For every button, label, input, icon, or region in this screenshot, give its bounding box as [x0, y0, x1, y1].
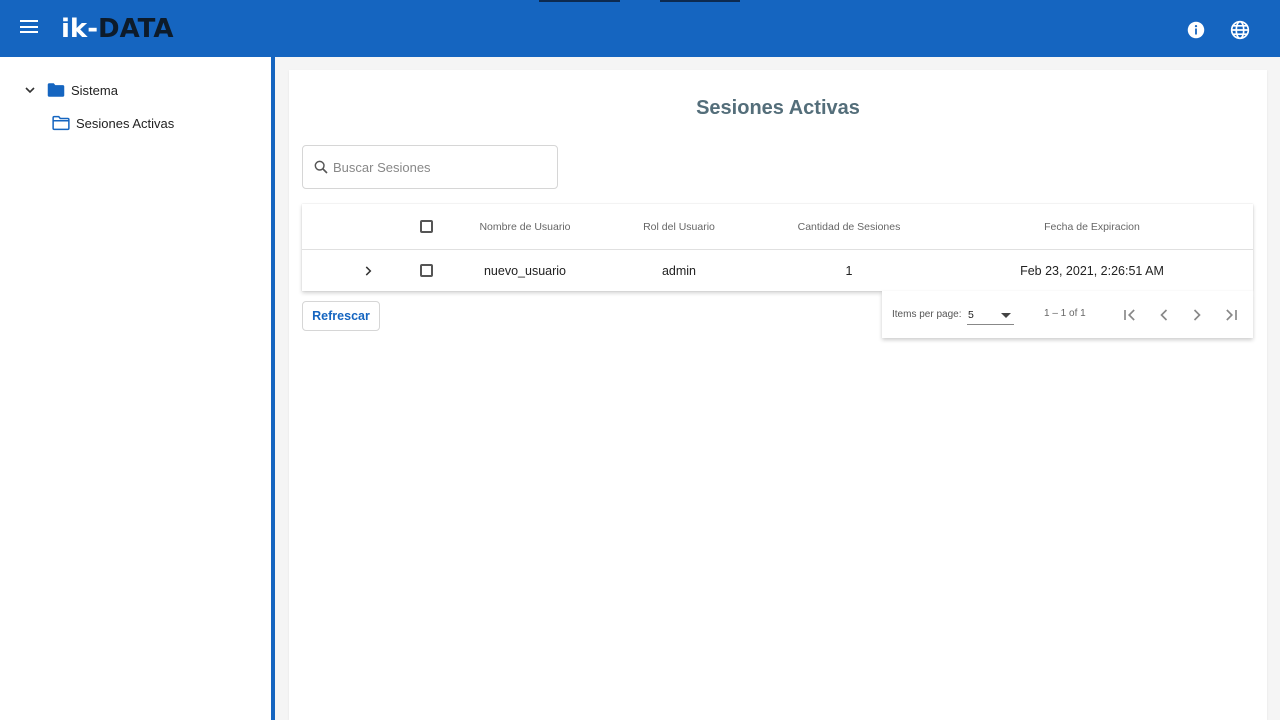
sessions-table: Nombre de Usuario Rol del Usuario Cantid… — [302, 204, 1253, 291]
folder-outline-icon — [52, 115, 70, 131]
cell-role: admin — [661, 263, 697, 278]
search-field[interactable] — [302, 145, 558, 189]
previous-page-icon[interactable] — [1154, 305, 1174, 325]
column-header[interactable]: Fecha de Expiracion — [962, 204, 1222, 249]
search-icon — [314, 160, 328, 174]
next-page-icon[interactable] — [1187, 305, 1207, 325]
top-toolbar: ik-DATA — [0, 0, 1280, 57]
globe-icon[interactable] — [1230, 20, 1250, 40]
chevron-down-icon[interactable] — [22, 82, 38, 98]
select-all-cell — [416, 204, 436, 249]
info-icon[interactable] — [1187, 21, 1205, 39]
table-header-row: Nombre de Usuario Rol del Usuario Cantid… — [302, 204, 1253, 250]
page-size-value: 5 — [968, 309, 974, 321]
paginator: Items per page: 5 1 – 1 of 1 — [882, 291, 1253, 338]
dropdown-arrow-icon — [1001, 313, 1011, 318]
tree-node-sistema[interactable]: Sistema — [22, 82, 118, 98]
tree-node-sesiones-activas[interactable]: Sesiones Activas — [52, 115, 174, 131]
tree-node-label: Sistema — [71, 82, 118, 98]
select-all-checkbox[interactable] — [419, 220, 433, 233]
last-page-icon[interactable] — [1221, 305, 1241, 325]
column-header[interactable]: Nombre de Usuario — [450, 204, 600, 249]
cell-username: nuevo_usuario — [483, 263, 566, 278]
toolbar-accent-strip — [660, 0, 740, 2]
expand-row-cell — [358, 250, 378, 291]
toolbar-accent-strip — [539, 0, 620, 2]
folder-filled-icon — [47, 83, 65, 97]
search-input[interactable] — [333, 159, 533, 175]
cell-session-count: 1 — [845, 263, 853, 278]
page-size-select[interactable]: 5 — [967, 305, 1014, 325]
column-header[interactable]: Rol del Usuario — [604, 204, 754, 249]
first-page-icon[interactable] — [1120, 305, 1140, 325]
cell-expiration: Feb 23, 2021, 2:26:51 AM — [1020, 263, 1164, 278]
table-row[interactable]: nuevo_usuario admin 1 Feb 23, 2021, 2:26… — [302, 250, 1253, 291]
page-title: Sesiones Activas — [696, 97, 860, 119]
row-checkbox[interactable] — [419, 264, 433, 277]
page-range-label: 1 – 1 of 1 — [1044, 308, 1086, 319]
menu-icon[interactable] — [20, 20, 40, 36]
chevron-right-icon[interactable] — [361, 264, 375, 278]
tree-node-label: Sesiones Activas — [76, 115, 175, 131]
items-per-page-label: Items per page: — [892, 309, 962, 320]
row-select-cell — [416, 250, 436, 291]
column-header[interactable]: Cantidad de Sesiones — [764, 204, 934, 249]
app-logo[interactable]: ik-DATA — [61, 14, 174, 44]
refresh-button[interactable]: Refrescar — [302, 301, 380, 331]
sidebar — [0, 57, 271, 720]
